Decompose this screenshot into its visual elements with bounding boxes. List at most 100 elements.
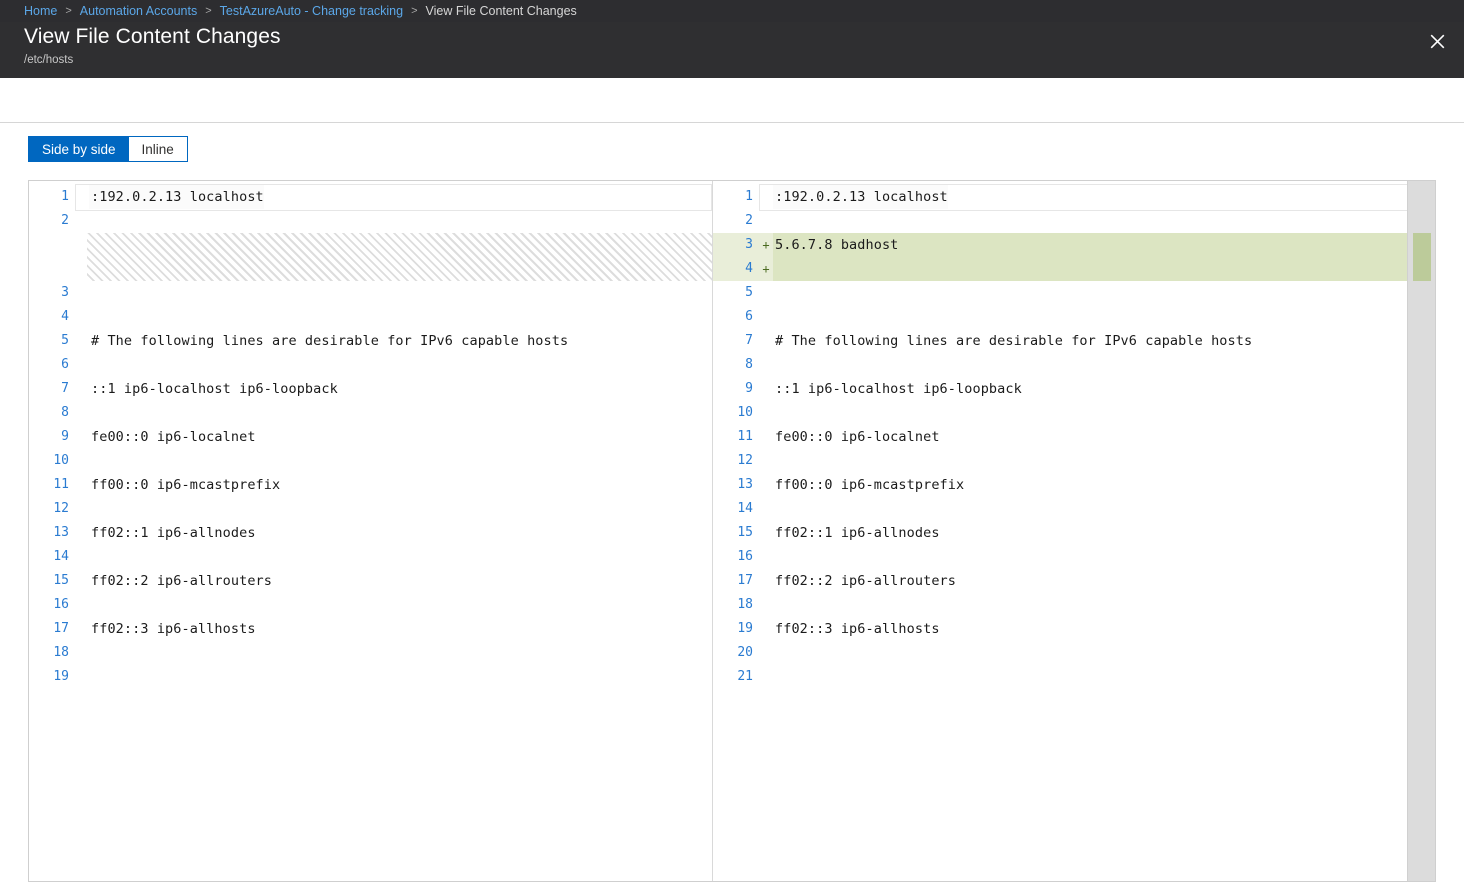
toggle-inline[interactable]: Inline [129, 136, 188, 162]
breadcrumb-separator: > [411, 0, 417, 22]
diff-row: 13ff00::0 ip6-mcastprefix [713, 473, 1409, 497]
line-number: 4 [29, 305, 75, 329]
line-number: 5 [29, 329, 75, 353]
diff-row: 18 [713, 593, 1409, 617]
line-number: 2 [29, 209, 75, 233]
code-line-text: fe00::0 ip6-localnet [773, 425, 940, 449]
diff-row: 10 [29, 449, 712, 473]
line-number: 3 [713, 233, 759, 257]
diff-add-marker-icon: + [759, 233, 773, 257]
code-line-text: ff02::2 ip6-allrouters [89, 569, 272, 593]
diff-pane-original[interactable]: 1 :192.0.2.13 localhost 2 345 # The followin… [29, 181, 712, 881]
line-number: 13 [29, 521, 75, 545]
diff-row: 8 [713, 353, 1409, 377]
line-number: 9 [713, 377, 759, 401]
line-number: 20 [713, 641, 759, 665]
line-number: 15 [29, 569, 75, 593]
code-line-text: ff02::3 ip6-allhosts [773, 617, 940, 641]
code-line-text: :192.0.2.13 localhost [89, 185, 264, 209]
code-line-text: ff00::0 ip6-mcastprefix [89, 473, 280, 497]
code-line-text: # The following lines are desirable for … [773, 329, 1252, 353]
diff-lines-original: 1 :192.0.2.13 localhost 2 345 # The followin… [29, 181, 712, 689]
title-block: View File Content Changes /etc/hosts [24, 24, 281, 68]
page-title: View File Content Changes [24, 24, 281, 50]
code-line-text: :192.0.2.13 localhost [773, 185, 948, 209]
line-number: 18 [713, 593, 759, 617]
line-number: 14 [29, 545, 75, 569]
diff-row: 11ff00::0 ip6-mcastprefix [29, 473, 712, 497]
diff-row: 3 [29, 281, 712, 305]
breadcrumb-item-testazureauto-change-tracking[interactable]: TestAzureAuto - Change tracking [220, 0, 403, 22]
diff-row: 17ff02::2 ip6-allrouters [713, 569, 1409, 593]
diff-filler-hatch [87, 233, 712, 281]
line-number: 21 [713, 665, 759, 689]
line-number: 10 [29, 449, 75, 473]
line-number: 5 [713, 281, 759, 305]
line-number: 17 [29, 617, 75, 641]
code-line-text: ff02::1 ip6-allnodes [773, 521, 940, 545]
line-number: 16 [29, 593, 75, 617]
diff-pane-changed[interactable]: 1 :192.0.2.13 localhost 23+5.6.7.8 badhost… [713, 181, 1409, 881]
toggle-side-by-side[interactable]: Side by side [28, 136, 129, 162]
line-number: 6 [713, 305, 759, 329]
diff-row: 13ff02::1 ip6-allnodes [29, 521, 712, 545]
diff-row-added: 4+ [713, 257, 1409, 281]
ruler-marker-added [1413, 233, 1431, 281]
line-number: 6 [29, 353, 75, 377]
view-mode-toggle[interactable]: Side by sideInline [28, 136, 188, 162]
diff-row: 14 [29, 545, 712, 569]
diff-row: 9::1 ip6-localhost ip6-loopback [713, 377, 1409, 401]
command-bar [0, 78, 1464, 123]
diff-row: 19 [29, 665, 712, 689]
line-number: 11 [713, 425, 759, 449]
diff-viewer: 1:192.0.2.13 localhost2345# The followin… [28, 180, 1436, 882]
diff-row: 7 # The following lines are desirable for… [713, 329, 1409, 353]
line-number: 17 [713, 569, 759, 593]
line-number: 12 [713, 449, 759, 473]
code-line-text: fe00::0 ip6-localnet [89, 425, 256, 449]
diff-row: 11 fe00::0 ip6-localnet [713, 425, 1409, 449]
line-number: 14 [713, 497, 759, 521]
line-number: 16 [713, 545, 759, 569]
line-number: 19 [29, 665, 75, 689]
close-icon [1430, 34, 1445, 49]
close-blade-button[interactable] [1416, 22, 1458, 60]
code-line-text: # The following lines are desirable for … [89, 329, 568, 353]
diff-row: 21 [713, 665, 1409, 689]
breadcrumb-item-automation-accounts[interactable]: Automation Accounts [80, 0, 197, 22]
code-line-text: ff00::0 ip6-mcastprefix [773, 473, 964, 497]
breadcrumb: Home > Automation Accounts > TestAzureAuto -… [0, 0, 1464, 22]
line-number: 10 [713, 401, 759, 425]
breadcrumb-separator: > [65, 0, 71, 22]
page-subtitle-file-path: /etc/hosts [24, 53, 281, 68]
diff-row: 16 [29, 593, 712, 617]
diff-row: 12 [29, 497, 712, 521]
diff-panes: 1:192.0.2.13 localhost2345# The followin… [29, 181, 1409, 881]
diff-row: 6 [29, 353, 712, 377]
diff-row: 17ff02::3 ip6-allhosts [29, 617, 712, 641]
diff-row: 15ff02::1 ip6-allnodes [713, 521, 1409, 545]
breadcrumb-separator: > [205, 0, 211, 22]
line-number: 1 [29, 185, 75, 209]
diff-row: 9fe00::0 ip6-localnet [29, 425, 712, 449]
diff-row: 8 [29, 401, 712, 425]
diff-row: 1 :192.0.2.13 localhost [29, 185, 712, 209]
line-number: 2 [713, 209, 759, 233]
line-number: 8 [713, 353, 759, 377]
code-line-text: 5.6.7.8 badhost [773, 233, 898, 257]
diff-row: 16 [713, 545, 1409, 569]
diff-row: 5 # The following lines are desirable for… [29, 329, 712, 353]
diff-row: 15 ff02::2 ip6-allrouters [29, 569, 712, 593]
line-number: 7 [713, 329, 759, 353]
breadcrumb-item-home[interactable]: Home [24, 0, 57, 22]
diff-row: 2 [713, 209, 1409, 233]
breadcrumb-item-view-file-content-changes: View File Content Changes [426, 0, 577, 22]
diff-row: 18 [29, 641, 712, 665]
diff-row: 4 [29, 305, 712, 329]
diff-row: 12 [713, 449, 1409, 473]
line-number: 1 [713, 185, 759, 209]
diff-lines-changed: 1 :192.0.2.13 localhost 23+5.6.7.8 badhost… [713, 181, 1409, 689]
line-number: 18 [29, 641, 75, 665]
diff-overview-ruler-scrollbar[interactable] [1407, 181, 1435, 881]
line-number: 19 [713, 617, 759, 641]
